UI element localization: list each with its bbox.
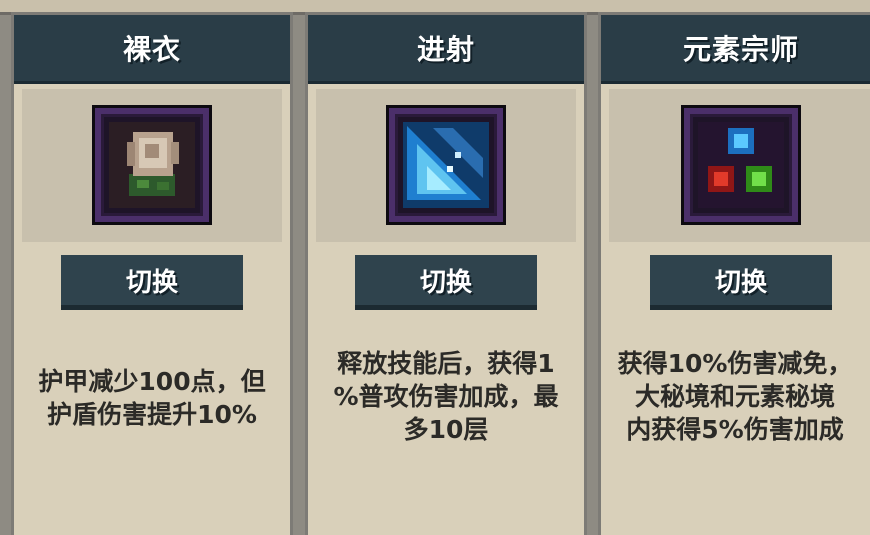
top-header-strip — [0, 0, 870, 15]
talent-icon-frame — [684, 108, 798, 222]
talent-icon-frame — [95, 108, 209, 222]
switch-button[interactable]: 切换 — [61, 255, 243, 310]
card-title: 进射 — [308, 15, 584, 84]
switch-button[interactable]: 切换 — [355, 255, 537, 310]
talent-icon-frame — [389, 108, 503, 222]
blue-arrows-icon — [403, 122, 489, 208]
card-title: 裸衣 — [14, 15, 290, 84]
talent-card-1: 裸衣 切换 护甲减少100点，但 护盾伤害提升10% — [14, 15, 290, 535]
icon-panel — [22, 89, 282, 242]
card-title: 元素宗师 — [601, 15, 870, 84]
icon-panel — [609, 89, 870, 242]
talent-card-list: 裸衣 切换 护甲减少100点，但 护盾伤害提升10% 进射 切换 释放技能后，获… — [0, 15, 870, 535]
talent-card-2: 进射 切换 释放技能后，获得1 %普攻伤害加成，最 多10层 — [308, 15, 584, 535]
element-orbs-icon — [698, 122, 784, 208]
pale-rose-icon — [109, 122, 195, 208]
talent-description: 护甲减少100点，但 护盾伤害提升10% — [38, 367, 266, 429]
talent-card-3: 元素宗师 切换 获得10%伤害减免， 大秘境和元素秘境 内获得5%伤害加成 — [601, 15, 870, 535]
talent-description: 获得10%伤害减免， 大秘境和元素秘境 内获得5%伤害加成 — [617, 349, 853, 444]
icon-panel — [316, 89, 576, 242]
talent-description: 释放技能后，获得1 %普攻伤害加成，最 多10层 — [333, 349, 559, 444]
switch-button[interactable]: 切换 — [650, 255, 832, 310]
